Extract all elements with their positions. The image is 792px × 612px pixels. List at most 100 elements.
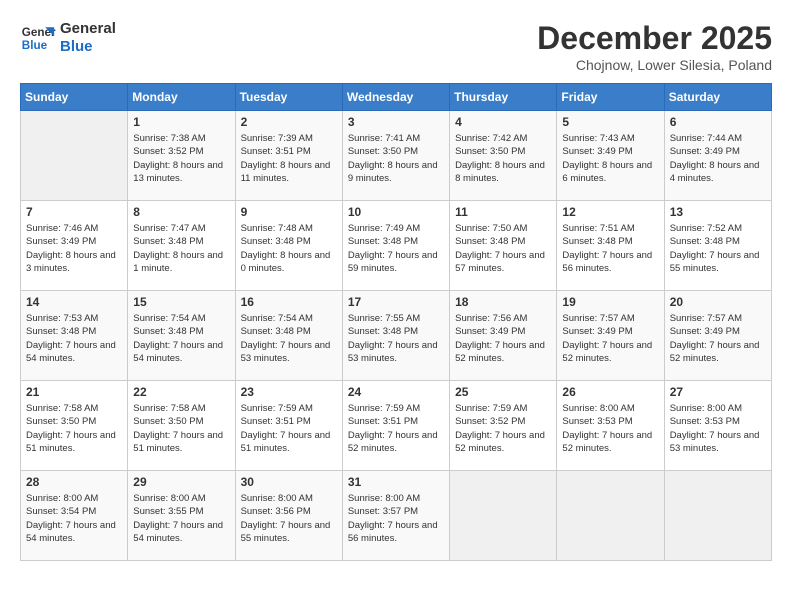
day-info: Sunrise: 7:53 AMSunset: 3:48 PMDaylight:… [26, 312, 122, 365]
day-number: 25 [455, 385, 551, 399]
day-number: 23 [241, 385, 337, 399]
day-info: Sunrise: 8:00 AMSunset: 3:54 PMDaylight:… [26, 492, 122, 545]
calendar-cell: 5Sunrise: 7:43 AMSunset: 3:49 PMDaylight… [557, 111, 664, 201]
day-number: 10 [348, 205, 444, 219]
day-info: Sunrise: 7:48 AMSunset: 3:48 PMDaylight:… [241, 222, 337, 275]
day-number: 18 [455, 295, 551, 309]
day-info: Sunrise: 8:00 AMSunset: 3:55 PMDaylight:… [133, 492, 229, 545]
day-number: 2 [241, 115, 337, 129]
calendar-week-row: 21 Sunrise: 7:58 AMSunset: 3:50 PMDayligh… [21, 381, 772, 471]
calendar-cell [21, 111, 128, 201]
day-number: 16 [241, 295, 337, 309]
day-info: Sunrise: 7:39 AMSunset: 3:51 PMDaylight:… [241, 132, 337, 185]
day-number: 8 [133, 205, 229, 219]
calendar-cell: 14 Sunrise: 7:53 AMSunset: 3:48 PMDayligh… [21, 291, 128, 381]
calendar-week-row: 14 Sunrise: 7:53 AMSunset: 3:48 PMDayligh… [21, 291, 772, 381]
calendar-cell: 12Sunrise: 7:51 AMSunset: 3:48 PMDayligh… [557, 201, 664, 291]
day-number: 24 [348, 385, 444, 399]
title-area: December 2025 Chojnow, Lower Silesia, Po… [537, 20, 772, 73]
day-number: 31 [348, 475, 444, 489]
calendar-cell: 7Sunrise: 7:46 AMSunset: 3:49 PMDaylight… [21, 201, 128, 291]
day-info: Sunrise: 7:41 AMSunset: 3:50 PMDaylight:… [348, 132, 444, 185]
header: General Blue General Blue December 2025 … [20, 20, 772, 73]
calendar-cell: 4 Sunrise: 7:42 AMSunset: 3:50 PMDaylight… [450, 111, 557, 201]
day-info: Sunrise: 8:00 AMSunset: 3:57 PMDaylight:… [348, 492, 444, 545]
day-info: Sunrise: 7:50 AMSunset: 3:48 PMDaylight:… [455, 222, 551, 275]
day-info: Sunrise: 7:57 AMSunset: 3:49 PMDaylight:… [562, 312, 658, 365]
day-number: 12 [562, 205, 658, 219]
day-info: Sunrise: 8:00 AMSunset: 3:53 PMDaylight:… [562, 402, 658, 455]
logo-line2: Blue [60, 38, 116, 56]
day-info: Sunrise: 7:52 AMSunset: 3:48 PMDaylight:… [670, 222, 766, 275]
calendar-cell: 30Sunrise: 8:00 AMSunset: 3:56 PMDayligh… [235, 471, 342, 561]
calendar-cell: 26 Sunrise: 8:00 AMSunset: 3:53 PMDayligh… [557, 381, 664, 471]
calendar-cell: 23 Sunrise: 7:59 AMSunset: 3:51 PMDayligh… [235, 381, 342, 471]
weekday-header-tuesday: Tuesday [235, 84, 342, 111]
day-number: 13 [670, 205, 766, 219]
day-number: 20 [670, 295, 766, 309]
calendar-cell: 11Sunrise: 7:50 AMSunset: 3:48 PMDayligh… [450, 201, 557, 291]
day-number: 29 [133, 475, 229, 489]
month-title: December 2025 [537, 20, 772, 57]
weekday-header-sunday: Sunday [21, 84, 128, 111]
day-info: Sunrise: 7:59 AMSunset: 3:51 PMDaylight:… [241, 402, 337, 455]
day-number: 21 [26, 385, 122, 399]
day-info: Sunrise: 7:47 AMSunset: 3:48 PMDaylight:… [133, 222, 229, 275]
calendar-cell: 8 Sunrise: 7:47 AMSunset: 3:48 PMDaylight… [128, 201, 235, 291]
calendar-table: SundayMondayTuesdayWednesdayThursdayFrid… [20, 83, 772, 561]
calendar-cell: 29 Sunrise: 8:00 AMSunset: 3:55 PMDayligh… [128, 471, 235, 561]
day-number: 3 [348, 115, 444, 129]
weekday-header-saturday: Saturday [664, 84, 771, 111]
day-number: 9 [241, 205, 337, 219]
calendar-cell: 2 Sunrise: 7:39 AMSunset: 3:51 PMDaylight… [235, 111, 342, 201]
weekday-header-thursday: Thursday [450, 84, 557, 111]
calendar-cell: 24 Sunrise: 7:59 AMSunset: 3:51 PMDayligh… [342, 381, 449, 471]
location-subtitle: Chojnow, Lower Silesia, Poland [537, 57, 772, 73]
day-info: Sunrise: 7:58 AMSunset: 3:50 PMDaylight:… [26, 402, 122, 455]
day-info: Sunrise: 7:42 AMSunset: 3:50 PMDaylight:… [455, 132, 551, 185]
calendar-cell: 22Sunrise: 7:58 AMSunset: 3:50 PMDayligh… [128, 381, 235, 471]
day-info: Sunrise: 7:38 AMSunset: 3:52 PMDaylight:… [133, 132, 229, 185]
day-info: Sunrise: 7:56 AMSunset: 3:49 PMDaylight:… [455, 312, 551, 365]
day-info: Sunrise: 7:59 AMSunset: 3:52 PMDaylight:… [455, 402, 551, 455]
calendar-cell: 18 Sunrise: 7:56 AMSunset: 3:49 PMDayligh… [450, 291, 557, 381]
calendar-cell: 19 Sunrise: 7:57 AMSunset: 3:49 PMDayligh… [557, 291, 664, 381]
calendar-cell: 3 Sunrise: 7:41 AMSunset: 3:50 PMDaylight… [342, 111, 449, 201]
calendar-cell: 20Sunrise: 7:57 AMSunset: 3:49 PMDayligh… [664, 291, 771, 381]
weekday-header-wednesday: Wednesday [342, 84, 449, 111]
weekday-header-row: SundayMondayTuesdayWednesdayThursdayFrid… [21, 84, 772, 111]
calendar-cell: 15Sunrise: 7:54 AMSunset: 3:48 PMDayligh… [128, 291, 235, 381]
day-info: Sunrise: 7:55 AMSunset: 3:48 PMDaylight:… [348, 312, 444, 365]
day-info: Sunrise: 7:59 AMSunset: 3:51 PMDaylight:… [348, 402, 444, 455]
day-info: Sunrise: 7:43 AMSunset: 3:49 PMDaylight:… [562, 132, 658, 185]
weekday-header-friday: Friday [557, 84, 664, 111]
day-number: 28 [26, 475, 122, 489]
svg-text:Blue: Blue [22, 39, 48, 52]
day-number: 22 [133, 385, 229, 399]
calendar-cell: 1Sunrise: 7:38 AMSunset: 3:52 PMDaylight… [128, 111, 235, 201]
day-number: 4 [455, 115, 551, 129]
day-number: 7 [26, 205, 122, 219]
day-info: Sunrise: 7:54 AMSunset: 3:48 PMDaylight:… [133, 312, 229, 365]
calendar-cell: 13 Sunrise: 7:52 AMSunset: 3:48 PMDayligh… [664, 201, 771, 291]
calendar-cell: 25 Sunrise: 7:59 AMSunset: 3:52 PMDayligh… [450, 381, 557, 471]
calendar-cell: 16Sunrise: 7:54 AMSunset: 3:48 PMDayligh… [235, 291, 342, 381]
calendar-cell [450, 471, 557, 561]
logo-icon: General Blue [20, 20, 56, 56]
calendar-cell: 28 Sunrise: 8:00 AMSunset: 3:54 PMDayligh… [21, 471, 128, 561]
calendar-cell [664, 471, 771, 561]
day-number: 26 [562, 385, 658, 399]
day-number: 19 [562, 295, 658, 309]
calendar-cell: 31 Sunrise: 8:00 AMSunset: 3:57 PMDayligh… [342, 471, 449, 561]
day-info: Sunrise: 7:44 AMSunset: 3:49 PMDaylight:… [670, 132, 766, 185]
calendar-week-row: 7Sunrise: 7:46 AMSunset: 3:49 PMDaylight… [21, 201, 772, 291]
day-number: 14 [26, 295, 122, 309]
calendar-cell: 9 Sunrise: 7:48 AMSunset: 3:48 PMDaylight… [235, 201, 342, 291]
calendar-week-row: 1Sunrise: 7:38 AMSunset: 3:52 PMDaylight… [21, 111, 772, 201]
logo: General Blue General Blue [20, 20, 116, 56]
weekday-header-monday: Monday [128, 84, 235, 111]
day-number: 6 [670, 115, 766, 129]
logo-line1: General [60, 20, 116, 38]
calendar-cell: 6 Sunrise: 7:44 AMSunset: 3:49 PMDaylight… [664, 111, 771, 201]
calendar-week-row: 28 Sunrise: 8:00 AMSunset: 3:54 PMDayligh… [21, 471, 772, 561]
